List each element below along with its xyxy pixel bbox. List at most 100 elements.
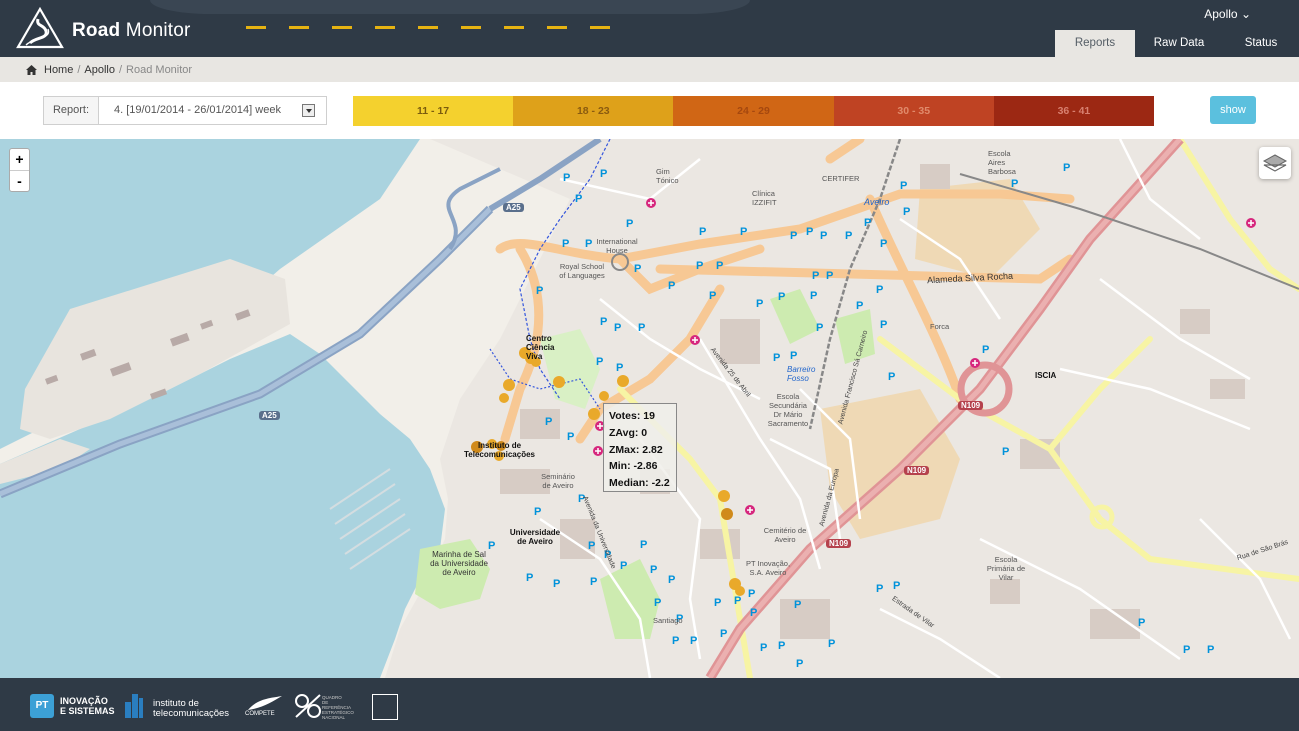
svg-text:P: P [714, 597, 721, 609]
tab-status[interactable]: Status [1223, 30, 1299, 57]
breadcrumb: Home / Apollo / Road Monitor [0, 57, 1299, 82]
popup-zmax: ZMax: 2.82 [609, 443, 663, 456]
map-label-escola-aires: Escola Aires Barbosa [988, 149, 1016, 176]
svg-text:P: P [545, 416, 552, 428]
zoom-in-button[interactable]: + [10, 149, 29, 170]
show-button[interactable]: show [1210, 96, 1256, 124]
svg-text:P: P [590, 576, 597, 588]
breadcrumb-apollo[interactable]: Apollo [84, 64, 115, 76]
map-label-seminario: Seminário de Aveiro [541, 472, 575, 490]
user-menu[interactable]: Apollo ⌄ [1204, 7, 1251, 21]
svg-text:P: P [845, 230, 852, 242]
legend-segment: 11 - 17 [353, 96, 514, 126]
qren-logo-icon [295, 694, 321, 718]
svg-text:P: P [690, 635, 697, 647]
svg-text:P: P [1207, 644, 1214, 656]
map-label-iscia: ISCIA [1035, 371, 1057, 380]
svg-text:P: P [536, 285, 543, 297]
svg-text:P: P [1183, 644, 1190, 656]
svg-text:P: P [720, 628, 727, 640]
map-label-forca: Forca [930, 322, 950, 331]
road-shield-a25: A25 [503, 203, 524, 212]
svg-text:P: P [880, 319, 887, 331]
svg-text:P: P [709, 290, 716, 302]
legend-segment: 18 - 23 [513, 96, 674, 126]
svg-text:P: P [734, 595, 741, 607]
map-label-clinica: Clínica IZZIFIT [752, 189, 777, 207]
svg-text:P: P [620, 560, 627, 572]
dropdown-arrow-icon[interactable] [302, 104, 315, 117]
svg-text:P: P [626, 218, 633, 230]
svg-text:P: P [828, 638, 835, 650]
svg-text:P: P [638, 322, 645, 334]
svg-text:P: P [596, 356, 603, 368]
tab-reports[interactable]: Reports [1055, 30, 1135, 57]
map-label-escola-vilar: Escola Primária de Vilar [986, 555, 1026, 582]
svg-text:P: P [750, 607, 757, 619]
svg-text:P: P [575, 193, 582, 205]
eu-flag-icon [372, 694, 398, 720]
svg-text:P: P [526, 572, 533, 584]
map-label-certifer: CERTIFER [822, 174, 860, 183]
svg-text:P: P [876, 583, 883, 595]
svg-text:P: P [778, 291, 785, 303]
svg-text:P: P [820, 230, 827, 242]
color-legend: 11 - 17 18 - 23 24 - 29 30 - 35 36 - 41 [353, 96, 1155, 126]
map-label-royal-school: Royal School of Languages [559, 262, 605, 280]
svg-text:P: P [650, 564, 657, 576]
header-decoration [150, 0, 750, 14]
svg-text:P: P [668, 574, 675, 586]
compete-logo-text: COMPETE [245, 711, 275, 717]
svg-text:P: P [796, 658, 803, 670]
app-header: Road Monitor Apollo ⌄ Reports Raw Data S… [0, 0, 1299, 57]
svg-text:P: P [696, 260, 703, 272]
app-title[interactable]: Road Monitor [72, 20, 191, 42]
map-label-pt-inovacao: PT Inovação, S.A. Aveiro [745, 559, 791, 577]
svg-text:P: P [810, 290, 817, 302]
map-label-universidade: Universidade de Aveiro [509, 528, 561, 546]
svg-text:P: P [616, 362, 623, 374]
layers-icon [1262, 154, 1288, 172]
svg-text:P: P [1002, 446, 1009, 458]
svg-text:P: P [672, 635, 679, 647]
svg-text:P: P [903, 206, 910, 218]
popup-zavg: ZAvg: 0 [609, 426, 648, 439]
road-shield-n109: N109 [904, 466, 930, 475]
breadcrumb-home[interactable]: Home [44, 64, 73, 76]
map-view[interactable]: PPP PPP PPP PPP PPP PPP PPP PPP PPP PPP … [0, 139, 1299, 678]
pt-inovacao-logo-text: INOVAÇÃO E SISTEMAS [60, 696, 115, 716]
svg-text:P: P [600, 316, 607, 328]
map-label-cemiterio: Cemitério de Aveiro [763, 526, 807, 544]
svg-text:P: P [888, 371, 895, 383]
report-select[interactable]: 4. [19/01/2014 - 26/01/2014] week [98, 96, 327, 125]
svg-text:P: P [640, 539, 647, 551]
svg-text:P: P [778, 640, 785, 652]
svg-text:P: P [668, 280, 675, 292]
svg-text:P: P [826, 270, 833, 282]
map-label-escola-mario: Escola Secundária Dr Mário Sacramento [767, 392, 809, 428]
svg-text:P: P [614, 322, 621, 334]
svg-text:P: P [816, 322, 823, 334]
svg-text:P: P [794, 599, 801, 611]
svg-text:P: P [856, 300, 863, 312]
svg-text:P: P [893, 580, 900, 592]
legend-segment: 30 - 35 [833, 96, 994, 126]
zoom-out-button[interactable]: - [10, 170, 29, 191]
header-road-dashes [246, 26, 610, 29]
legend-segment: 24 - 29 [673, 96, 834, 126]
map-label-santiago: Santiago [653, 616, 683, 625]
svg-text:P: P [806, 226, 813, 238]
svg-text:P: P [756, 298, 763, 310]
zoom-control: + - [9, 148, 30, 192]
map-label-gim: Gim Tónico [656, 167, 679, 185]
road-monitor-logo-icon [16, 7, 64, 49]
data-point-popup: Votes: 19 ZAvg: 0 ZMax: 2.82 Min: -2.86 … [603, 403, 677, 492]
svg-text:P: P [654, 597, 661, 609]
svg-text:P: P [812, 270, 819, 282]
popup-votes: Votes: 19 [609, 410, 655, 422]
legend-segment: 36 - 41 [993, 96, 1155, 126]
report-select-value: 4. [19/01/2014 - 26/01/2014] week [114, 104, 281, 116]
tab-raw-data[interactable]: Raw Data [1135, 30, 1223, 57]
svg-text:P: P [740, 226, 747, 238]
layers-button[interactable] [1259, 147, 1291, 179]
